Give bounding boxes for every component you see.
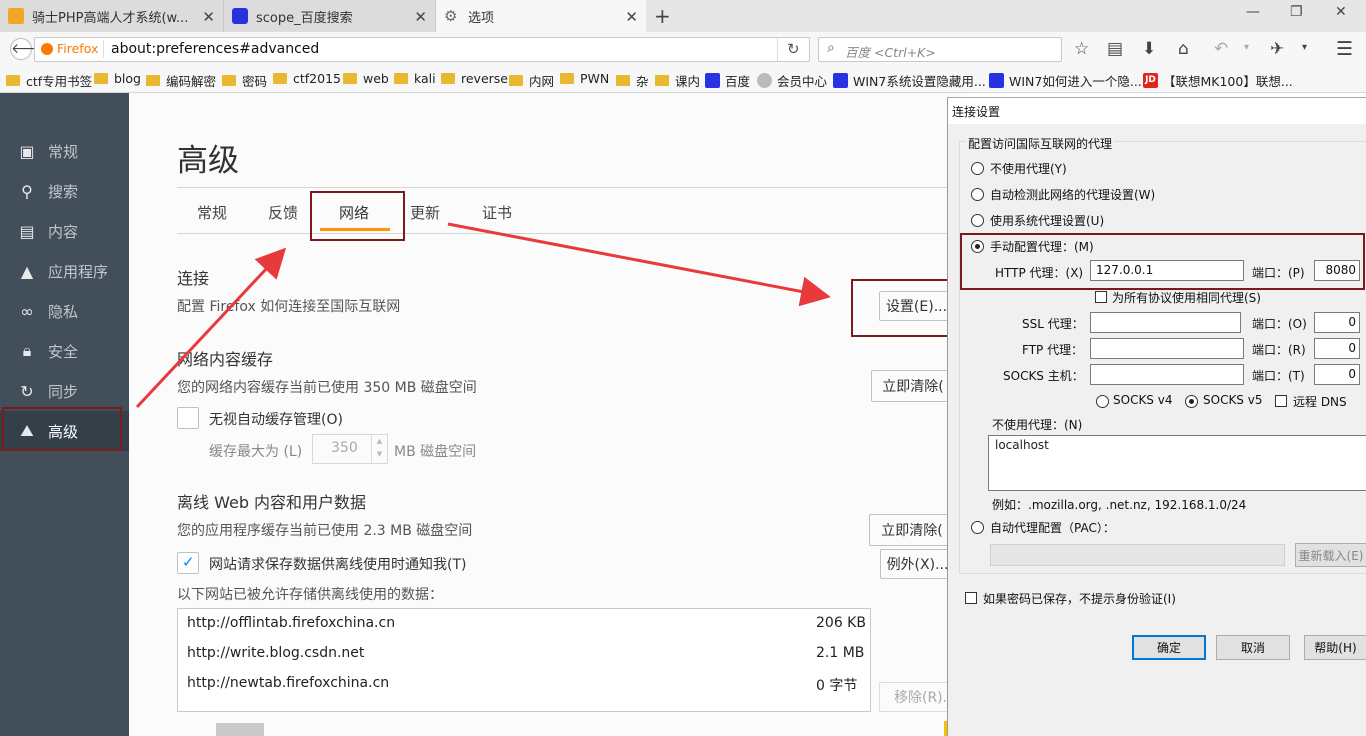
pac-radio[interactable] (971, 521, 984, 534)
socks-port-input[interactable]: 0 (1314, 364, 1360, 385)
ssl-port-label: 端口：(O) (1252, 317, 1307, 331)
pac-label: 自动代理配置（PAC）： (990, 521, 1115, 535)
no-proxy-for-label: 不使用代理：(N) (992, 418, 1083, 432)
no-proxy-for-textarea[interactable]: localhost (988, 435, 1366, 491)
proxy-section-label: 配置访问国际互联网的代理 (966, 135, 1115, 152)
arrow-to-network-tab (135, 247, 287, 409)
remote-dns-label: 远程 DNS (1293, 395, 1347, 409)
system-proxy-label: 使用系统代理设置(U) (990, 214, 1105, 228)
socks-port-label: 端口：(T) (1252, 369, 1305, 383)
no-proxy-radio[interactable] (971, 162, 984, 175)
ok-button[interactable]: 确定 (1132, 635, 1206, 660)
ssl-proxy-label: SSL 代理： (1022, 317, 1084, 331)
no-auth-prompt-label: 如果密码已保存，不提示身份验证(I) (983, 592, 1176, 606)
arrow-to-settings-button (447, 222, 831, 307)
no-proxy-label: 不使用代理(Y) (990, 162, 1067, 176)
ftp-port-label: 端口：(R) (1252, 343, 1306, 357)
ftp-port-input[interactable]: 0 (1314, 338, 1360, 359)
share-proxy-checkbox[interactable] (1095, 291, 1107, 303)
share-proxy-label: 为所有协议使用相同代理(S) (1112, 291, 1261, 305)
help-button[interactable]: 帮助(H) (1304, 635, 1366, 660)
ssl-port-input[interactable]: 0 (1314, 312, 1360, 333)
highlight-box (960, 233, 1365, 290)
no-proxy-example: 例如：.mozilla.org, .net.nz, 192.168.1.0/24 (992, 498, 1247, 512)
auto-detect-radio[interactable] (971, 188, 984, 201)
pac-url-input[interactable] (990, 544, 1285, 566)
remote-dns-checkbox[interactable] (1275, 395, 1287, 407)
connection-settings-dialog: 连接设置 配置访问国际互联网的代理 不使用代理(Y) 自动检测此网络的代理设置(… (947, 97, 1366, 736)
pac-reload-button[interactable]: 重新载入(E) (1295, 543, 1366, 567)
cancel-button[interactable]: 取消 (1216, 635, 1290, 660)
socks-v4-radio[interactable] (1096, 395, 1109, 408)
socks-v4-label: SOCKS v4 (1113, 393, 1173, 407)
socks-host-label: SOCKS 主机： (1003, 369, 1084, 383)
socks-v5-label: SOCKS v5 (1203, 393, 1263, 407)
ssl-proxy-input[interactable] (1090, 312, 1241, 333)
auto-detect-label: 自动检测此网络的代理设置(W) (990, 188, 1156, 202)
ftp-proxy-input[interactable] (1090, 338, 1244, 359)
socks-v5-radio[interactable] (1185, 395, 1198, 408)
dialog-titlebar (948, 98, 1366, 124)
system-proxy-radio[interactable] (971, 214, 984, 227)
socks-host-input[interactable] (1090, 364, 1244, 385)
ftp-proxy-label: FTP 代理： (1022, 343, 1084, 357)
no-auth-prompt-checkbox[interactable] (965, 592, 977, 604)
dialog-title: 连接设置 (952, 105, 1001, 119)
